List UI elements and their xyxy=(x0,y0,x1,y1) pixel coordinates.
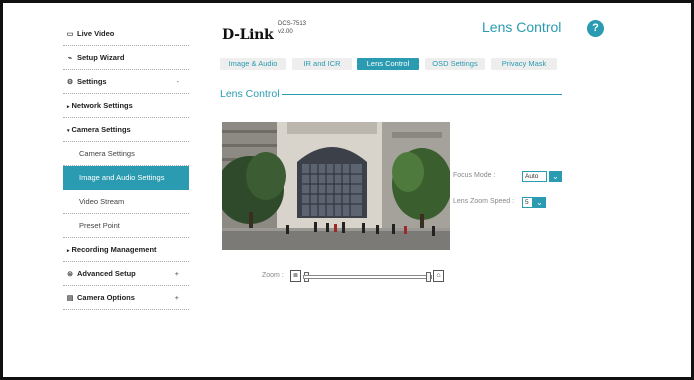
tab-lens-control[interactable]: Lens Control xyxy=(357,58,419,70)
caret-right-icon: ▸ xyxy=(67,248,70,254)
sidebar-item-label: Video Stream xyxy=(79,197,125,206)
tab-privacy-mask[interactable]: Privacy Mask xyxy=(491,58,557,70)
zoom-slider-end xyxy=(426,272,431,282)
chevron-down-icon[interactable]: ⌄ xyxy=(533,197,546,208)
sidebar-item-label: Camera Settings xyxy=(79,149,135,158)
sidebar-item-label: Settings xyxy=(77,77,107,86)
sidebar-item-label: Advanced Setup xyxy=(77,269,136,278)
sidebar-item-advanced-setup[interactable]: ⊜ Advanced Setup + xyxy=(63,262,189,286)
sidebar-item-recording-management[interactable]: ▸ Recording Management xyxy=(63,238,189,262)
device-model-info: DCS-7513 v2.00 xyxy=(278,20,306,36)
sidebar-item-video-stream[interactable]: Video Stream xyxy=(63,190,189,214)
zoom-wide-icon: ⧈ xyxy=(293,272,298,279)
gear-icon: ⚙ xyxy=(66,79,74,86)
frame-border-left xyxy=(0,0,3,380)
device-model: DCS-7513 xyxy=(278,21,307,27)
zoom-in-button[interactable]: ⌂ xyxy=(433,270,444,282)
sidebar-item-label: Live Video xyxy=(77,29,115,38)
zoom-tele-icon: ⌂ xyxy=(436,272,441,279)
firmware-version: v2.00 xyxy=(278,29,293,35)
sidebar-item-label: Preset Point xyxy=(79,221,120,230)
sidebar-nav: ▭ Live Video ⌁ Setup Wizard ⚙ Settings - ▸ N… xyxy=(63,22,189,310)
sidebar-item-label: Recording Management xyxy=(71,245,157,254)
sliders-icon: ⊜ xyxy=(67,271,73,278)
focus-mode-select[interactable]: Auto xyxy=(522,171,547,182)
live-video-view[interactable] xyxy=(222,122,450,250)
section-divider xyxy=(282,94,562,95)
sidebar-item-label: Camera Options xyxy=(77,293,135,302)
expand-toggle[interactable]: + xyxy=(175,286,179,310)
zoom-out-button[interactable]: ⧈ xyxy=(290,270,301,282)
lens-zoom-speed-label: Lens Zoom Speed : xyxy=(453,198,515,205)
sidebar-item-preset-point[interactable]: Preset Point xyxy=(63,214,189,238)
video-frame-image xyxy=(222,122,450,250)
sidebar-item-network-settings[interactable]: ▸ Network Settings xyxy=(63,94,189,118)
help-icon[interactable]: ? xyxy=(587,20,604,37)
tab-image-audio[interactable]: Image & Audio xyxy=(220,58,286,70)
sidebar-item-camera-settings[interactable]: ▾ Camera Settings xyxy=(63,118,189,142)
sidebar-item-image-audio-settings[interactable]: Image and Audio Settings xyxy=(63,166,189,190)
chevron-down-icon[interactable]: ⌄ xyxy=(549,171,562,182)
zoom-slider-track[interactable] xyxy=(303,275,432,279)
sidebar-item-label: Camera Settings xyxy=(71,125,131,134)
wand-icon: ⌁ xyxy=(67,55,73,62)
sidebar-item-settings[interactable]: ⚙ Settings - xyxy=(63,70,189,94)
sidebar-item-label: Image and Audio Settings xyxy=(79,173,165,182)
document-icon: ▤ xyxy=(66,295,74,302)
sidebar-item-live-video[interactable]: ▭ Live Video xyxy=(63,22,189,46)
tab-ir-icr[interactable]: IR and ICR xyxy=(292,58,352,70)
caret-right-icon: ▸ xyxy=(67,104,70,110)
video-camera-icon: ▭ xyxy=(66,31,74,38)
page-title: Lens Control xyxy=(482,19,562,35)
sidebar-item-label: Setup Wizard xyxy=(77,53,125,62)
sidebar-item-camera-options[interactable]: ▤ Camera Options + xyxy=(63,286,189,310)
sidebar-item-setup-wizard[interactable]: ⌁ Setup Wizard xyxy=(63,46,189,70)
collapse-toggle[interactable]: - xyxy=(177,70,180,94)
caret-down-icon: ▾ xyxy=(67,128,70,134)
frame-border-top xyxy=(0,0,694,3)
tab-osd-settings[interactable]: OSD Settings xyxy=(425,58,485,70)
section-title: Lens Control xyxy=(220,88,280,100)
focus-mode-label: Focus Mode : xyxy=(453,172,496,179)
sidebar-item-camera-settings-leaf[interactable]: Camera Settings xyxy=(63,142,189,166)
sidebar-item-label: Network Settings xyxy=(71,101,133,110)
zoom-label: Zoom : xyxy=(262,272,284,279)
lens-zoom-speed-select[interactable]: 5 xyxy=(522,197,533,208)
brand-logo: D-Link xyxy=(222,27,274,43)
expand-toggle[interactable]: + xyxy=(175,262,179,286)
